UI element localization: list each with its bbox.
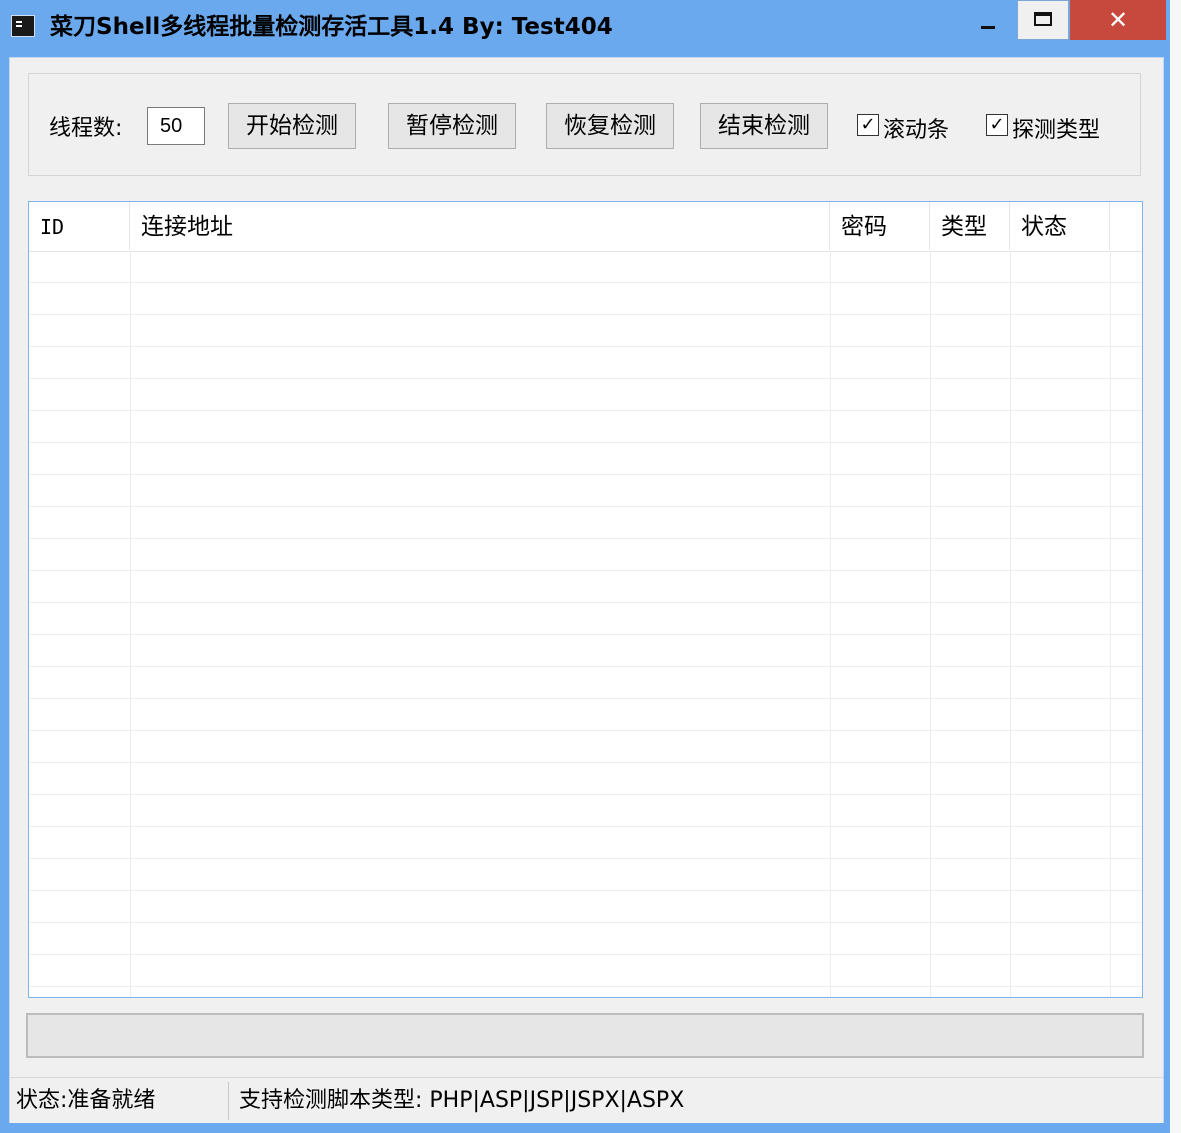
detect-type-checkbox-label[interactable]: 探测类型: [1012, 112, 1100, 144]
column-header-type[interactable]: 类型: [930, 202, 1010, 250]
column-divider: [1010, 251, 1011, 997]
column-header-status[interactable]: 状态: [1010, 202, 1110, 250]
list-header: ID 连接地址 密码 类型 状态: [29, 202, 1142, 252]
maximize-button[interactable]: [1017, 0, 1069, 40]
results-list[interactable]: ID 连接地址 密码 类型 状态: [28, 201, 1143, 998]
start-detect-button[interactable]: 开始检测: [228, 103, 356, 149]
minimize-button[interactable]: [958, 0, 1016, 40]
close-icon: ✕: [1107, 6, 1129, 34]
column-header-url[interactable]: 连接地址: [130, 202, 830, 250]
resume-detect-button[interactable]: 恢复检测: [546, 103, 674, 149]
control-group: 线程数: 开始检测 暂停检测 恢复检测 结束检测 ✓ 滚动条 ✓ 探测类型: [28, 73, 1141, 176]
scrollbar-checkbox[interactable]: ✓: [857, 114, 879, 136]
title-bar[interactable]: 菜刀Shell多线程批量检测存活工具1.4 By: Test404 ✕: [0, 0, 1170, 52]
list-body[interactable]: [29, 251, 1142, 997]
progress-bar: [26, 1013, 1144, 1058]
background-window-edge: [1170, 0, 1181, 1133]
pause-detect-button[interactable]: 暂停检测: [388, 103, 516, 149]
app-console-icon[interactable]: [11, 15, 35, 37]
scrollbar-checkbox-label[interactable]: 滚动条: [883, 112, 949, 144]
threads-label: 线程数:: [49, 116, 123, 141]
close-button[interactable]: ✕: [1070, 0, 1166, 40]
column-divider: [1110, 251, 1111, 997]
stop-detect-button[interactable]: 结束检测: [700, 103, 828, 149]
column-header-password[interactable]: 密码: [830, 202, 930, 250]
checkmark-icon: ✓: [860, 114, 876, 135]
status-separator: [228, 1082, 229, 1120]
detect-type-checkbox[interactable]: ✓: [986, 114, 1008, 136]
column-divider: [930, 251, 931, 997]
column-header-id[interactable]: ID: [29, 202, 130, 250]
column-divider: [130, 251, 131, 997]
supported-types-text: 支持检测脚本类型: PHP|ASP|JSP|JSPX|ASPX: [239, 1088, 685, 1113]
main-window-client: 线程数: 开始检测 暂停检测 恢复检测 结束检测 ✓ 滚动条 ✓ 探测类型 ID…: [9, 57, 1164, 1123]
status-bar: 状态:准备就绪 支持检测脚本类型: PHP|ASP|JSP|JSPX|ASPX: [10, 1077, 1163, 1123]
column-divider: [830, 251, 831, 997]
threads-input[interactable]: [147, 107, 205, 145]
status-text: 状态:准备就绪: [16, 1088, 156, 1113]
checkmark-icon: ✓: [989, 114, 1005, 135]
window-title: 菜刀Shell多线程批量检测存活工具1.4 By: Test404: [50, 14, 613, 40]
